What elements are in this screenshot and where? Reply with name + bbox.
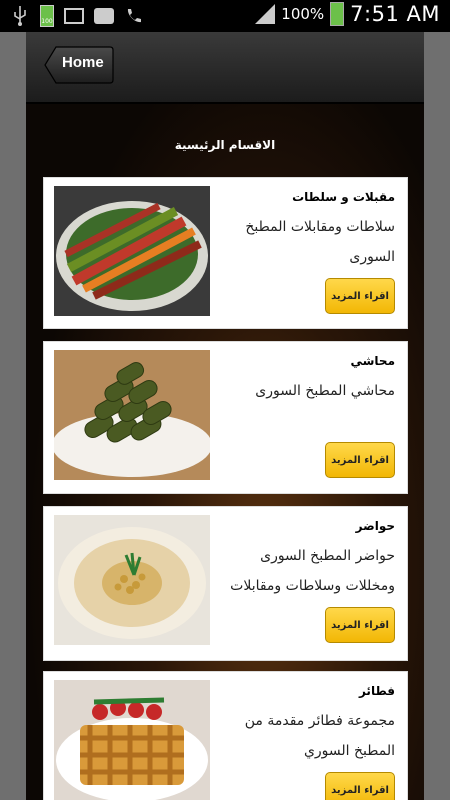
category-description: مجموعة فطائر مقدمة من المطبخ السوري <box>244 713 395 759</box>
salad-platter-image <box>54 186 210 316</box>
section-title: الاقسام الرئيسية <box>174 138 276 152</box>
category-card[interactable]: مقبلات و سلطات سلاطات ومقابلات المطبخ ال… <box>43 177 408 329</box>
read-more-button[interactable]: اقراء المزيد <box>325 278 395 314</box>
system-status: 100% 7:51 AM <box>255 2 440 26</box>
home-button[interactable]: Home <box>44 46 114 84</box>
left-frame <box>0 32 26 800</box>
image-icon <box>64 8 84 24</box>
category-description: حواضر المطبخ السورى ومخللات وسلاطات ومقا… <box>230 548 395 594</box>
battery-notification-label: 100 <box>41 18 53 25</box>
app-header: Home <box>26 32 424 104</box>
message-icon <box>94 8 114 24</box>
category-card[interactable]: حواضر حواضر المطبخ السورى ومخللات وسلاطا… <box>43 506 408 661</box>
category-title: فطائر <box>358 684 395 698</box>
category-title: محاشي <box>350 354 395 368</box>
battery-percent: 100% <box>281 5 325 23</box>
signal-icon <box>255 4 276 24</box>
category-title: مقبلات و سلطات <box>292 190 395 204</box>
app-content: Home الاقسام الرئيسية مقبلات و سلطات سلا… <box>26 32 424 800</box>
read-more-button[interactable]: اقراء المزيد <box>325 607 395 643</box>
read-more-button[interactable]: اقراء المزيد <box>325 442 395 478</box>
missed-call-icon <box>124 5 144 27</box>
home-button-label: Home <box>62 54 104 71</box>
battery-icon <box>330 2 345 26</box>
right-frame <box>424 32 450 800</box>
lattice-pie-image <box>54 680 210 800</box>
status-bar: 100 100% 7:51 AM <box>0 0 450 32</box>
battery-full-notification-icon: 100 <box>40 5 54 27</box>
clock: 7:51 AM <box>350 2 440 26</box>
hummus-plate-image <box>54 515 210 645</box>
category-description: محاشي المطبخ السورى <box>255 383 395 399</box>
category-description: سلاطات ومقابلات المطبخ السورى <box>245 219 395 265</box>
category-card[interactable]: محاشي محاشي المطبخ السورى اقراء المزيد <box>43 341 408 494</box>
stuffed-grape-leaves-image <box>54 350 210 480</box>
category-title: حواضر <box>355 519 395 533</box>
read-more-button[interactable]: اقراء المزيد <box>325 772 395 800</box>
notification-icons: 100 <box>10 5 144 27</box>
usb-icon <box>10 5 30 27</box>
category-card[interactable]: فطائر مجموعة فطائر مقدمة من المطبخ السور… <box>43 671 408 800</box>
